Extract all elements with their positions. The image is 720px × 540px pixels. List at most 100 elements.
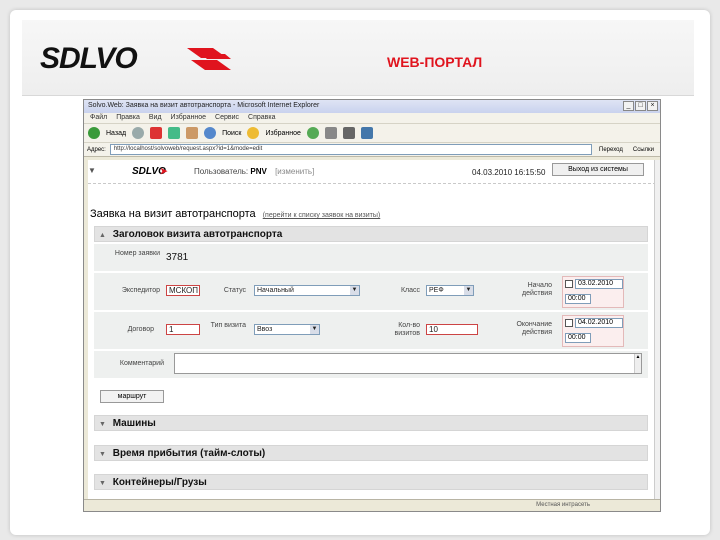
mail-icon[interactable] bbox=[324, 127, 337, 139]
visit-type-select[interactable]: Ввоз ▼ bbox=[254, 324, 320, 335]
comment-label: Комментарий bbox=[119, 360, 164, 367]
comment-scrollbar[interactable]: ▲ bbox=[634, 354, 641, 373]
end-time-field[interactable]: 00:00 bbox=[565, 333, 591, 343]
status-value: Начальный bbox=[257, 287, 294, 294]
page-content: ▼ SDLVO ➤ Пользователь: PNV [изменить] 0… bbox=[88, 160, 656, 499]
request-number-label: Номер заявки bbox=[114, 250, 160, 257]
menu-edit[interactable]: Правка bbox=[116, 114, 140, 122]
section-arrival-label: Время прибытия (тайм-слоты) bbox=[112, 448, 266, 459]
chevron-down-icon[interactable]: ▼ bbox=[350, 286, 359, 295]
menu-view[interactable]: Вид bbox=[149, 114, 162, 122]
section-containers-label: Контейнеры/Грузы bbox=[112, 477, 207, 488]
row-request-number: Номер заявки 3781 bbox=[94, 244, 648, 272]
expand-icon[interactable]: ▼ bbox=[99, 421, 106, 428]
favorites-icon[interactable] bbox=[247, 127, 260, 139]
edit-icon[interactable] bbox=[360, 127, 373, 139]
browser-title-bar: Solvo.Web: Заявка на визит автотранспорт… bbox=[84, 100, 660, 113]
chevron-down-icon[interactable]: ▼ bbox=[464, 286, 473, 295]
forwarder-label: Экспедитор bbox=[121, 287, 160, 294]
row-forwarder: Экспедитор МСКОП Статус Начальный ▼ Клас… bbox=[94, 273, 648, 311]
address-label: Адрес: bbox=[87, 146, 106, 153]
expand-icon[interactable]: ▼ bbox=[99, 480, 106, 487]
visit-type-label: Тип визита bbox=[210, 322, 246, 329]
print-icon[interactable] bbox=[342, 127, 355, 139]
home-icon[interactable] bbox=[186, 127, 199, 139]
minimize-icon[interactable]: _ bbox=[623, 101, 634, 111]
section-machines-label: Машины bbox=[112, 418, 156, 429]
section-header-visit[interactable]: ▲ Заголовок визита автотранспорта bbox=[94, 226, 648, 242]
refresh-icon[interactable] bbox=[168, 127, 181, 139]
current-datetime: 04.03.2010 16:15:50 bbox=[472, 168, 546, 177]
menu-tools[interactable]: Сервис bbox=[215, 114, 239, 122]
chevron-down-icon[interactable]: ▼ bbox=[310, 325, 319, 334]
section-containers[interactable]: ▼ Контейнеры/Грузы bbox=[94, 474, 648, 490]
count-field[interactable]: 10 bbox=[426, 324, 478, 335]
request-number-value: 3781 bbox=[166, 252, 189, 263]
row-comment: Комментарий ▲ bbox=[94, 351, 648, 379]
calendar-icon[interactable] bbox=[565, 319, 573, 327]
search-icon[interactable] bbox=[204, 127, 217, 139]
history-icon[interactable] bbox=[306, 127, 319, 139]
forward-icon[interactable] bbox=[132, 127, 145, 139]
go-button[interactable]: Переход bbox=[596, 147, 626, 153]
route-button[interactable]: маршрут bbox=[100, 390, 164, 403]
start-date-field[interactable]: 03.02.2010 bbox=[575, 279, 623, 289]
contract-label: Договор bbox=[127, 326, 154, 333]
browser-title: Solvo.Web: Заявка на визит автотранспорт… bbox=[88, 102, 320, 109]
browser-status-bar: Местная интрасеть bbox=[84, 499, 660, 511]
menu-file[interactable]: Файл bbox=[90, 114, 107, 122]
expand-icon[interactable]: ▲ bbox=[99, 232, 106, 239]
status-zone: Местная интрасеть bbox=[536, 502, 590, 508]
section-machines[interactable]: ▼ Машины bbox=[94, 415, 648, 431]
class-label: Класс bbox=[400, 287, 420, 294]
class-value: РЕФ bbox=[429, 287, 444, 294]
maximize-icon[interactable]: □ bbox=[635, 101, 646, 111]
user-name: PNV bbox=[250, 167, 267, 176]
contract-field[interactable]: 1 bbox=[166, 324, 200, 335]
collapse-icon[interactable]: ▼ bbox=[88, 166, 96, 175]
stop-icon[interactable] bbox=[150, 127, 163, 139]
calendar-icon[interactable] bbox=[565, 280, 573, 288]
page-scrollbar[interactable] bbox=[654, 160, 660, 499]
portal-header: ▼ SDLVO ➤ Пользователь: PNV [изменить] 0… bbox=[88, 160, 656, 184]
exit-button[interactable]: Выход из системы bbox=[552, 163, 644, 176]
request-title: Заявка на визит автотранспорта bbox=[90, 208, 256, 220]
request-list-link[interactable]: (перейти к списку заявок на визиты) bbox=[263, 212, 381, 219]
start-date-box: 03.02.2010 00:00 bbox=[562, 276, 624, 308]
start-time-field[interactable]: 00:00 bbox=[565, 294, 591, 304]
slide-title: WEB-ПОРТАЛ bbox=[387, 54, 483, 70]
logo-arrows-icon bbox=[187, 48, 231, 70]
change-user-link[interactable]: [изменить] bbox=[275, 167, 314, 176]
browser-menu-bar: Файл Правка Вид Избранное Сервис Справка bbox=[84, 113, 660, 124]
portal-logo-arrow-icon: ➤ bbox=[160, 166, 168, 176]
comment-field[interactable]: ▲ bbox=[174, 353, 642, 374]
menu-favorites[interactable]: Избранное bbox=[171, 114, 206, 122]
section-arrival[interactable]: ▼ Время прибытия (тайм-слоты) bbox=[94, 445, 648, 461]
status-select[interactable]: Начальный ▼ bbox=[254, 285, 360, 296]
user-label: Пользователь: bbox=[194, 167, 249, 176]
browser-window: Solvo.Web: Заявка на визит автотранспорт… bbox=[83, 99, 661, 512]
status-label: Статус bbox=[223, 287, 246, 294]
end-label: Окончание действия bbox=[516, 321, 552, 336]
section-header-label: Заголовок визита автотранспорта bbox=[112, 229, 283, 240]
menu-help[interactable]: Справка bbox=[248, 114, 275, 122]
browser-address-bar: Адрес: http://localhost/solvoweb/request… bbox=[84, 143, 660, 157]
expand-icon[interactable]: ▼ bbox=[99, 451, 106, 458]
row-contract: Договор 1 Тип визита Ввоз ▼ Кол-во визит… bbox=[94, 312, 648, 350]
visit-type-value: Ввоз bbox=[257, 326, 273, 333]
class-select[interactable]: РЕФ ▼ bbox=[426, 285, 474, 296]
slide-header: SDLVO WEB-ПОРТАЛ bbox=[22, 20, 694, 96]
back-icon[interactable] bbox=[88, 127, 100, 139]
forwarder-field[interactable]: МСКОП bbox=[166, 285, 200, 296]
solvo-logo: SDLVO bbox=[40, 42, 138, 75]
back-label[interactable]: Назад bbox=[106, 130, 126, 137]
page-title: Заявка на визит автотранспорта (перейти … bbox=[90, 208, 380, 220]
search-label[interactable]: Поиск bbox=[222, 130, 241, 137]
user-info: Пользователь: PNV [изменить] bbox=[194, 167, 314, 176]
end-date-field[interactable]: 04.02.2010 bbox=[575, 318, 623, 328]
start-label: Начало действия bbox=[521, 282, 552, 297]
address-input[interactable]: http://localhost/solvoweb/request.aspx?i… bbox=[109, 144, 593, 155]
links-button[interactable]: Ссылки bbox=[630, 147, 657, 153]
favorites-label[interactable]: Избранное bbox=[265, 130, 300, 137]
close-icon[interactable]: × bbox=[647, 101, 658, 111]
